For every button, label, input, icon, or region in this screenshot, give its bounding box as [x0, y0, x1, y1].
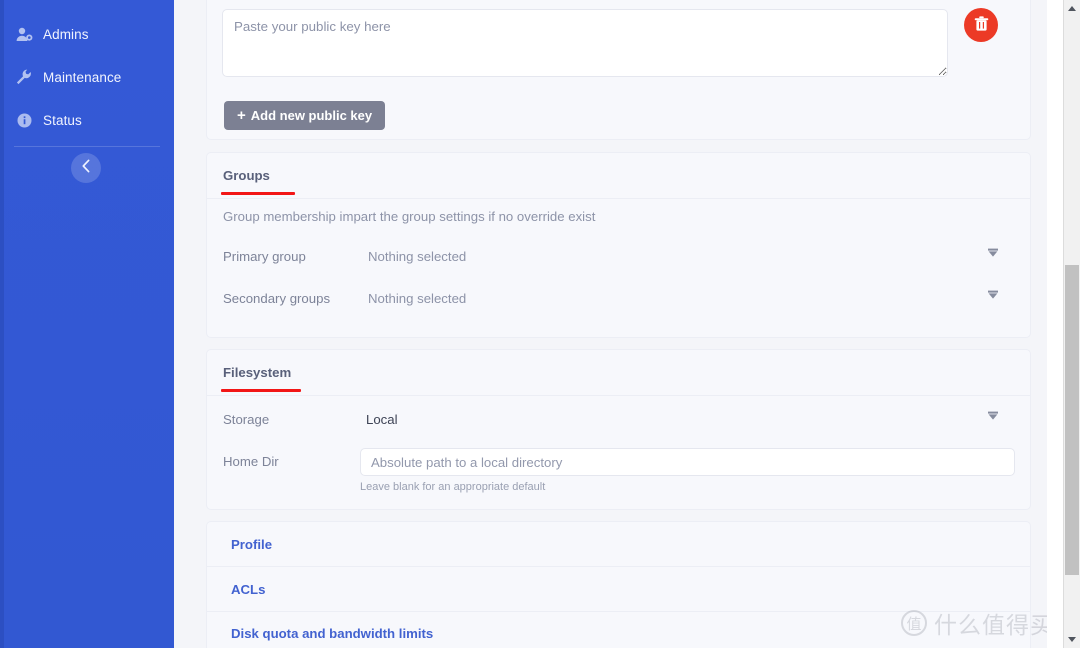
sidebar-item-label: Maintenance — [43, 69, 122, 85]
delete-public-key-button[interactable] — [964, 8, 998, 42]
accordion-disk-quota[interactable]: Disk quota and bandwidth limits — [206, 611, 1031, 648]
home-dir-helper-text: Leave blank for an appropriate default — [360, 481, 546, 493]
page-scrollbar[interactable] — [1063, 0, 1080, 648]
groups-section-title: Groups — [223, 168, 270, 183]
secondary-groups-label: Secondary groups — [223, 291, 331, 306]
storage-value: Local — [366, 412, 398, 427]
public-key-textarea[interactable] — [222, 9, 948, 77]
sidebar-item-maintenance[interactable]: Maintenance — [0, 59, 174, 95]
sidebar-collapse-button[interactable] — [71, 153, 101, 183]
filesystem-section-title: Filesystem — [223, 365, 292, 380]
storage-label: Storage — [223, 412, 270, 427]
filesystem-card-header: Filesystem — [207, 350, 1030, 396]
public-key-textarea-wrap — [222, 9, 948, 82]
groups-title-underline-annotation — [221, 192, 295, 195]
sidebar-divider — [14, 146, 160, 147]
accordion-acls-label: ACLs — [231, 581, 266, 597]
accordion-disk-quota-label: Disk quota and bandwidth limits — [231, 626, 434, 641]
wrench-icon — [14, 68, 34, 86]
groups-card: Groups Group membership impart the group… — [206, 152, 1031, 338]
triangle-up-icon — [1068, 6, 1076, 11]
sidebar-item-status[interactable]: Status — [0, 102, 174, 138]
filesystem-card: Filesystem Storage Local Home Dir Lea — [206, 349, 1031, 510]
add-new-public-key-label: Add new public key — [250, 108, 373, 123]
sidebar-left-edge — [0, 0, 4, 648]
sidebar-item-label: Admins — [43, 26, 89, 42]
secondary-groups-value: Nothing selected — [368, 291, 467, 306]
info-circle-icon — [14, 111, 34, 129]
accordion-profile-label: Profile — [231, 536, 273, 552]
add-new-public-key-button[interactable]: + Add new public key — [224, 101, 386, 130]
storage-dropdown-toggle[interactable] — [987, 408, 1015, 428]
primary-group-dropdown-toggle[interactable] — [987, 245, 1015, 265]
secondary-groups-row[interactable]: Secondary groups Nothing selected — [223, 291, 466, 306]
sidebar: Admins Maintenance Status — [0, 0, 174, 648]
accordion-acls[interactable]: ACLs — [206, 566, 1031, 611]
scrollbar-up-button[interactable] — [1064, 0, 1080, 17]
primary-group-value: Nothing selected — [368, 249, 467, 264]
filesystem-title-underline-annotation — [221, 389, 301, 392]
scrollbar-down-button[interactable] — [1064, 631, 1080, 648]
storage-row[interactable]: Storage Local — [223, 412, 398, 427]
content-column: + Add new public key Groups — [206, 0, 1031, 648]
groups-description-text: Group membership impart the group settin… — [223, 209, 596, 224]
trash-icon — [974, 15, 989, 35]
home-dir-label-wrap: Home Dir — [223, 454, 279, 469]
sidebar-item-admins[interactable]: Admins — [0, 16, 174, 52]
groups-card-header: Groups — [207, 153, 1030, 199]
accordion-profile[interactable]: Profile — [206, 521, 1031, 566]
chevron-down-icon — [987, 245, 999, 262]
primary-group-row[interactable]: Primary group Nothing selected — [223, 249, 466, 264]
chevron-down-icon — [987, 287, 999, 304]
groups-description: Group membership impart the group settin… — [223, 209, 595, 224]
scrollbar-gutter — [1047, 0, 1063, 648]
triangle-down-icon — [1068, 637, 1076, 642]
plus-icon: + — [237, 107, 246, 124]
scrollbar-thumb[interactable] — [1065, 265, 1079, 575]
chevron-left-icon — [81, 159, 92, 178]
home-dir-input[interactable] — [360, 448, 1015, 476]
public-key-card: + Add new public key — [206, 0, 1031, 140]
primary-group-label: Primary group — [223, 249, 306, 264]
user-gear-icon — [14, 25, 34, 43]
secondary-groups-dropdown-toggle[interactable] — [987, 287, 1015, 307]
app-root: Admins Maintenance Status Paste your pub… — [0, 0, 1080, 648]
home-dir-label: Home Dir — [223, 454, 279, 469]
sidebar-item-label: Status — [43, 112, 82, 128]
chevron-down-icon — [987, 408, 999, 425]
